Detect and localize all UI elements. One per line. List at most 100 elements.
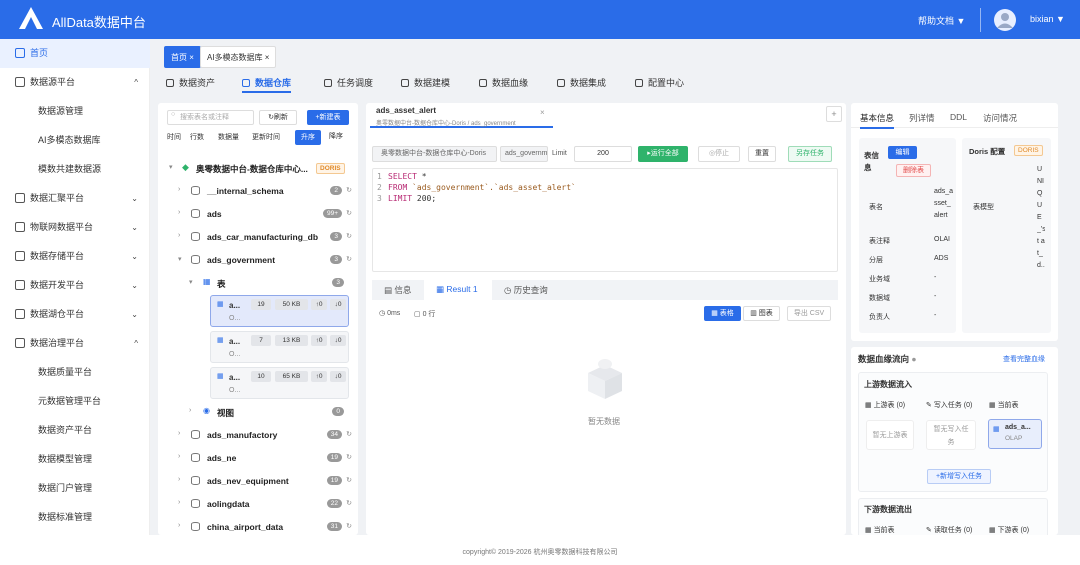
tree-row[interactable]: › ads 99+ ↻ bbox=[158, 204, 358, 224]
refresh-icon[interactable]: ↻ bbox=[346, 186, 352, 194]
refresh-icon[interactable]: ↻ bbox=[346, 453, 352, 461]
node-name: ads_a... bbox=[1005, 424, 1031, 431]
current-table-node[interactable]: ▦ ads_a... OLAP bbox=[988, 419, 1042, 449]
avatar[interactable] bbox=[994, 9, 1016, 31]
refresh-icon[interactable]: ↻ bbox=[346, 255, 352, 263]
sort-rows[interactable]: 行数 bbox=[190, 132, 204, 142]
sidebar-item-portal[interactable]: 数据门户管理 bbox=[0, 474, 150, 503]
tab-home[interactable]: 首页 × bbox=[164, 46, 201, 68]
tree-row[interactable]: ▾ ads_government 3 ↻ bbox=[158, 250, 358, 270]
export-csv-button[interactable]: 导出 CSV bbox=[787, 306, 831, 321]
sort-update[interactable]: 更新时间 bbox=[252, 132, 280, 142]
size-chip: 50 KB bbox=[275, 299, 308, 310]
tab-result-1[interactable]: ▦ Result 1 bbox=[436, 284, 478, 295]
tab-basic-info[interactable]: 基本信息 bbox=[860, 112, 895, 129]
nav-config-center[interactable]: 配置中心 bbox=[635, 76, 684, 89]
tab-history[interactable]: ◷ 历史查询 bbox=[504, 284, 548, 296]
sidebar-item-quality[interactable]: 数据质量平台 bbox=[0, 358, 150, 387]
nav-task-schedule[interactable]: 任务调度 bbox=[324, 76, 373, 89]
tree-row[interactable]: › aolingdata 22 ↻ bbox=[158, 494, 358, 514]
close-icon[interactable]: × bbox=[540, 108, 545, 117]
view-full-lineage-link[interactable]: 查看完整血缘 bbox=[1003, 354, 1045, 364]
sidebar-item-datasource-platform[interactable]: 数据源平台 ^ bbox=[0, 68, 150, 97]
tree-row[interactable]: › ads_manufactory 34 ↻ bbox=[158, 425, 358, 445]
refresh-icon[interactable]: ↻ bbox=[346, 232, 352, 240]
nav-data-lineage[interactable]: 数据血缘 bbox=[479, 76, 528, 89]
nav-data-integration[interactable]: 数据集成 bbox=[557, 76, 606, 89]
refresh-icon[interactable]: ↻ bbox=[346, 522, 352, 530]
stop-button[interactable]: ◎停止 bbox=[698, 146, 740, 162]
nav-label: 数据集成 bbox=[570, 78, 607, 88]
view-table-button[interactable]: ▦ 表格 bbox=[704, 306, 741, 321]
sort-time[interactable]: 时间 bbox=[167, 132, 181, 142]
datasource-select[interactable]: 奥零数据中台-数据仓库中心-Doris bbox=[372, 146, 497, 162]
tab-ai-db[interactable]: AI多模态数据库 × bbox=[200, 46, 277, 68]
refresh-icon[interactable]: ↻ bbox=[346, 430, 352, 438]
refresh-icon[interactable]: ↻ bbox=[346, 499, 352, 507]
user-menu[interactable]: bixian ▼ bbox=[1030, 14, 1065, 24]
reset-button[interactable]: 重置 bbox=[748, 146, 776, 162]
exec-time-value: 0ms bbox=[387, 310, 401, 317]
search-input[interactable]: 搜索表名或注释 bbox=[167, 110, 254, 125]
views-group-row[interactable]: › ◉ 视图 0 bbox=[158, 402, 358, 422]
help-docs-menu[interactable]: 帮助文档 ▼ bbox=[918, 14, 965, 27]
refresh-icon[interactable]: ↻ bbox=[346, 476, 352, 484]
tree-row[interactable]: › __internal_schema 2 ↻ bbox=[158, 181, 358, 201]
sidebar-item-aggregation[interactable]: 数据汇聚平台 ⌄ bbox=[0, 184, 150, 213]
sort-desc-button[interactable]: 降序 bbox=[323, 130, 349, 145]
tables-label: 表 bbox=[217, 279, 226, 289]
sidebar-item-storage[interactable]: 数据存储平台 ⌄ bbox=[0, 242, 150, 271]
tab-info[interactable]: ▤ 信息 bbox=[384, 284, 411, 296]
tree-row[interactable]: › ads_ne 19 ↻ bbox=[158, 448, 358, 468]
catalog-row[interactable]: ▾ ◆ 奥零数据中台-数据仓库中心... DORIS bbox=[158, 158, 358, 178]
line-number: 2 bbox=[377, 183, 382, 192]
sidebar-item-lakehouse[interactable]: 数据湖仓平台 ⌄ bbox=[0, 300, 150, 329]
tab-columns[interactable]: 列详情 bbox=[909, 112, 935, 124]
delete-table-button[interactable]: 删除表 bbox=[896, 164, 931, 177]
tab-ddl[interactable]: DDL bbox=[950, 112, 967, 122]
database-select[interactable]: ads_government bbox=[500, 146, 548, 162]
tree-row[interactable]: › china_airport_data 31 ↻ bbox=[158, 517, 358, 535]
save-as-task-button[interactable]: 另存任务 bbox=[788, 146, 832, 162]
new-table-button[interactable]: +新建表 bbox=[307, 110, 349, 125]
refresh-button[interactable]: ↻刷新 bbox=[259, 110, 297, 125]
sidebar-item-governance[interactable]: 数据治理平台 ^ bbox=[0, 329, 150, 358]
sidebar-item-dev[interactable]: 数据开发平台 ⌄ bbox=[0, 271, 150, 300]
edit-button[interactable]: 编辑 bbox=[888, 146, 917, 159]
tab-label: 信息 bbox=[394, 285, 412, 295]
sidebar-item-iot[interactable]: 物联网数据平台 ⌄ bbox=[0, 213, 150, 242]
table-name: a... bbox=[229, 337, 241, 346]
add-write-task-button[interactable]: +新增写入任务 bbox=[927, 469, 991, 484]
view-chart-button[interactable]: ▥ 图表 bbox=[743, 306, 780, 321]
sort-asc-button[interactable]: 升序 bbox=[295, 130, 321, 145]
nav-data-asset[interactable]: 数据资产 bbox=[166, 76, 215, 89]
tab-access[interactable]: 访问情况 bbox=[983, 112, 1017, 124]
table-card[interactable]: ▦ a... 7 13 KB ↑0 ↓0 O... bbox=[210, 331, 349, 363]
sidebar-item-model[interactable]: 数据模型管理 bbox=[0, 445, 150, 474]
sql-code-editor[interactable]: 1 2 3 SELECT * FROM `ads_government`.`ad… bbox=[372, 168, 838, 272]
sort-size[interactable]: 数据量 bbox=[218, 132, 239, 142]
run-all-button[interactable]: ▸运行全部 bbox=[638, 146, 688, 162]
table-card[interactable]: ▦ a... 19 50 KB ↑0 ↓0 O... bbox=[210, 295, 349, 327]
sidebar-item-standard[interactable]: 数据标准管理 bbox=[0, 503, 150, 532]
tree-row[interactable]: › ads_nev_equipment 19 ↻ bbox=[158, 471, 358, 491]
nav-data-modeling[interactable]: 数据建模 bbox=[401, 76, 450, 89]
refresh-icon[interactable]: ↻ bbox=[346, 209, 352, 217]
sidebar-item-ai-db[interactable]: AI多模态数据库 bbox=[0, 126, 150, 155]
sidebar-item-label: 首页 bbox=[30, 48, 49, 58]
limit-input[interactable]: 200 bbox=[574, 146, 632, 162]
sidebar-item-datasource-manage[interactable]: 数据源管理 bbox=[0, 97, 150, 126]
table-card[interactable]: ▦ a... 10 65 KB ↑0 ↓0 O... bbox=[210, 367, 349, 399]
sidebar-item-metadata[interactable]: 元数据管理平台 bbox=[0, 387, 150, 416]
add-sql-tab-button[interactable]: + bbox=[826, 106, 842, 122]
sql-tab[interactable]: ads_asset_alert 奥零数据中台-数据仓库中心-Doris / ad… bbox=[370, 104, 553, 128]
sidebar-item-model-ds[interactable]: 模数共建数据源 bbox=[0, 155, 150, 184]
sidebar-item-asset[interactable]: 数据资产平台 bbox=[0, 416, 150, 445]
sidebar-item-home[interactable]: 首页 bbox=[0, 39, 150, 68]
help-icon[interactable]: ● bbox=[911, 354, 916, 364]
label-text: 读取任务 (0) bbox=[933, 527, 973, 534]
chevron-right-icon: › bbox=[178, 499, 181, 506]
tree-row[interactable]: › ads_car_manufacturing_db 3 ↻ bbox=[158, 227, 358, 247]
tables-group-row[interactable]: ▾ ▦ 表 3 bbox=[158, 273, 358, 293]
nav-data-warehouse[interactable]: 数据仓库 bbox=[242, 76, 292, 93]
